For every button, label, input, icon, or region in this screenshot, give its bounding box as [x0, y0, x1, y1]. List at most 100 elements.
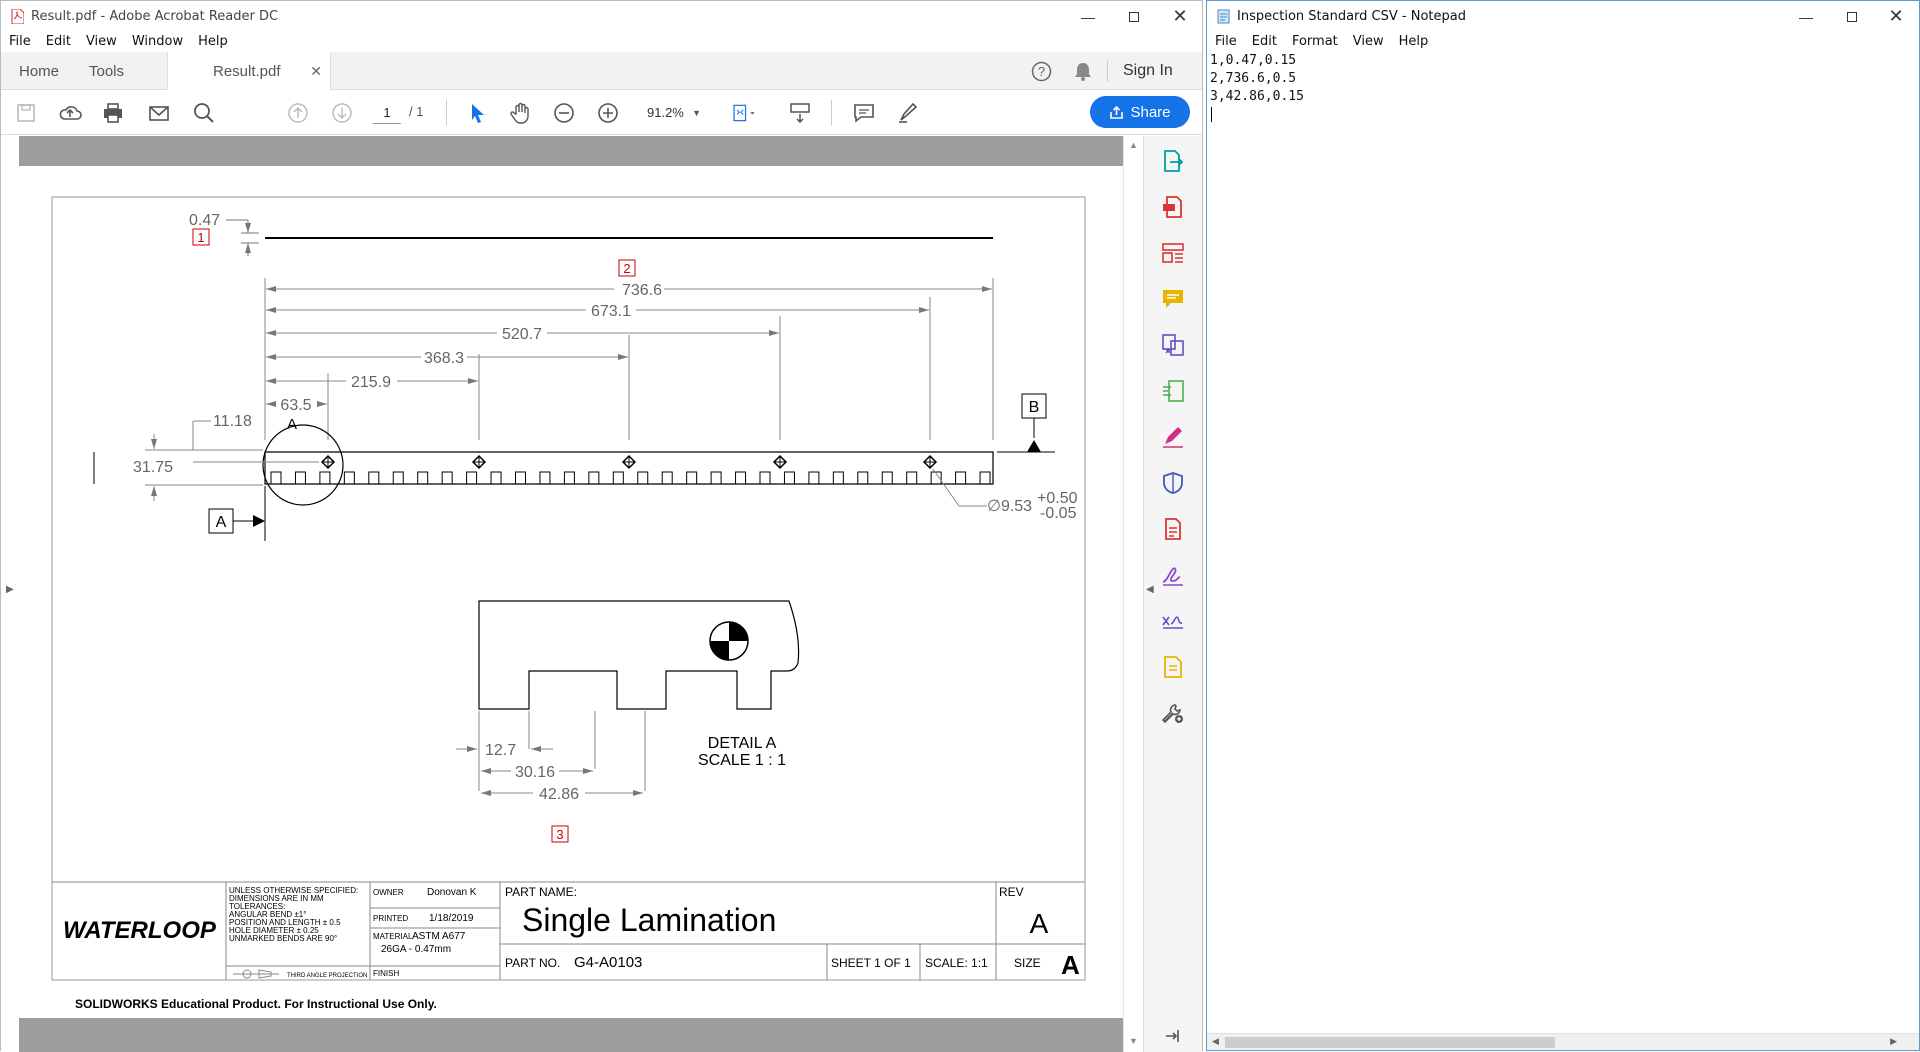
balloon-2-label: 2	[623, 261, 630, 276]
detail-marker-label: A	[287, 416, 297, 433]
svg-text:?: ?	[1038, 64, 1045, 79]
detail-a-outline	[478, 600, 800, 710]
printed-value: 1/18/2019	[429, 913, 474, 924]
previous-page-icon[interactable]	[285, 100, 311, 126]
bell-icon[interactable]	[1074, 61, 1092, 81]
combine-files-icon[interactable]	[1160, 332, 1186, 358]
close-button[interactable]: ✕	[1157, 1, 1203, 32]
signature-icon[interactable]	[1160, 562, 1186, 588]
export-pdf-icon[interactable]	[1160, 148, 1186, 174]
datum-b-triangle	[1027, 440, 1041, 452]
dim-11-18: 11.18	[213, 413, 252, 430]
chevron-down-icon: ▼	[692, 108, 701, 118]
window-title: Result.pdf - Adobe Acrobat Reader DC	[31, 9, 279, 24]
more-tools-icon[interactable]	[1160, 700, 1186, 726]
tab-document[interactable]: Result.pdf ✕	[167, 52, 331, 90]
hide-pane-icon[interactable]	[1163, 1026, 1183, 1046]
tabbar-divider	[1107, 60, 1108, 82]
menu-file[interactable]: File	[1, 32, 38, 51]
acrobat-window: Result.pdf - Adobe Acrobat Reader DC — ✕…	[0, 0, 1203, 1052]
scrollbar-thumb[interactable]	[1225, 1037, 1555, 1048]
share-label: Share	[1130, 103, 1171, 121]
solidworks-note: SOLIDWORKS Educational Product. For Inst…	[75, 997, 437, 1011]
print-icon[interactable]	[100, 100, 126, 126]
compress-pdf-icon[interactable]	[1160, 378, 1186, 404]
close-tab-icon[interactable]: ✕	[310, 63, 322, 80]
menu-help[interactable]: Help	[190, 32, 235, 51]
notepad-icon	[1217, 9, 1230, 24]
minimize-button[interactable]: —	[1065, 1, 1111, 32]
projection-symbol	[233, 969, 279, 979]
scroll-down-icon[interactable]: ▼	[1129, 1036, 1138, 1046]
find-text-icon[interactable]	[191, 100, 217, 126]
notepad-minimize-button[interactable]: —	[1783, 1, 1829, 32]
dim-42-86: 42.86	[539, 786, 579, 803]
tab-tools[interactable]: Tools	[89, 52, 139, 90]
hand-tool-icon[interactable]	[508, 100, 534, 126]
menu-view[interactable]: View	[78, 32, 124, 51]
zoom-dropdown[interactable]: 91.2% ▼	[639, 101, 709, 125]
highlight-pen-icon[interactable]	[895, 100, 921, 126]
notepad-maximize-button[interactable]	[1829, 1, 1875, 32]
scroll-up-icon[interactable]: ▲	[1129, 140, 1138, 150]
tab-home[interactable]: Home	[19, 52, 63, 90]
notepad-close-button[interactable]: ✕	[1873, 1, 1919, 32]
notepad-content: 1,0.47,0.15 2,736.6,0.5 3,42.86,0.15	[1210, 53, 1304, 104]
page-fit-icon[interactable]	[731, 100, 757, 126]
tab-document-label: Result.pdf	[213, 62, 281, 80]
expand-left-panel-icon[interactable]: ▶	[6, 584, 14, 595]
collapse-pane-icon[interactable]: ◀	[1146, 584, 1154, 595]
notepad-title: Inspection Standard CSV - Notepad	[1237, 9, 1466, 24]
scroll-mode-icon[interactable]	[787, 100, 813, 126]
scroll-right-icon[interactable]: ▶	[1890, 1036, 1897, 1047]
dim-520-7: 520.7	[502, 326, 542, 343]
maximize-button[interactable]	[1111, 1, 1157, 32]
share-button[interactable]: Share	[1090, 96, 1190, 128]
notepad-menu-format[interactable]: Format	[1284, 32, 1345, 51]
edit-pdf-icon[interactable]	[1160, 516, 1186, 542]
notepad-text-area[interactable]: 1,0.47,0.15 2,736.6,0.5 3,42.86,0.15	[1207, 52, 1919, 1033]
datum-a-label: A	[216, 514, 227, 531]
toolbar-separator-2	[831, 100, 832, 126]
scroll-left-icon[interactable]: ◀	[1212, 1036, 1219, 1047]
email-icon[interactable]	[146, 100, 172, 126]
help-icon[interactable]: ?	[1031, 61, 1052, 82]
notepad-menu-help[interactable]: Help	[1391, 32, 1436, 51]
material-value-2: 26GA - 0.47mm	[381, 944, 451, 955]
size-value: A	[1061, 950, 1080, 980]
page-number-input[interactable]: 1	[373, 102, 401, 124]
vertical-scrollbar[interactable]: ▲ ▼	[1123, 136, 1143, 1052]
toolbar: 1 / 1 91.2% ▼ Share	[1, 90, 1202, 135]
fill-sign-icon[interactable]	[1160, 424, 1186, 450]
organize-pages-icon[interactable]	[1160, 240, 1186, 266]
protect-shield-icon[interactable]	[1160, 470, 1186, 496]
notepad-menu-edit[interactable]: Edit	[1244, 32, 1284, 51]
owner-value: Donovan K	[427, 887, 477, 898]
notepad-menu-file[interactable]: File	[1207, 32, 1244, 51]
rev-label: REV	[999, 885, 1024, 899]
notepad-horizontal-scrollbar[interactable]: ◀ ▶	[1207, 1033, 1919, 1050]
certificate-sign-icon[interactable]	[1160, 608, 1186, 634]
menu-edit[interactable]: Edit	[38, 32, 78, 51]
next-page-icon[interactable]	[329, 100, 355, 126]
part-no-label: PART NO.	[505, 956, 560, 970]
balloon-3-label: 3	[556, 827, 563, 842]
menu-window[interactable]: Window	[124, 32, 190, 51]
send-for-review-icon[interactable]	[1160, 654, 1186, 680]
balloon-1-label: 1	[197, 230, 204, 245]
part-name-label: PART NAME:	[505, 885, 577, 899]
save-icon[interactable]	[13, 100, 39, 126]
sign-in-link[interactable]: Sign In	[1123, 62, 1173, 80]
zoom-value: 91.2%	[647, 105, 684, 120]
create-pdf-icon[interactable]	[1160, 194, 1186, 220]
comment-tool-icon[interactable]	[1160, 286, 1186, 312]
cloud-upload-icon[interactable]	[57, 100, 83, 126]
hole-markers	[320, 454, 938, 470]
zoom-out-icon[interactable]	[551, 100, 577, 126]
notepad-menu-view[interactable]: View	[1345, 32, 1391, 51]
printed-label: PRINTED	[373, 914, 408, 923]
comment-icon[interactable]	[851, 100, 877, 126]
zoom-in-icon[interactable]	[595, 100, 621, 126]
page-total: / 1	[409, 104, 424, 119]
select-cursor-icon[interactable]	[464, 100, 490, 126]
